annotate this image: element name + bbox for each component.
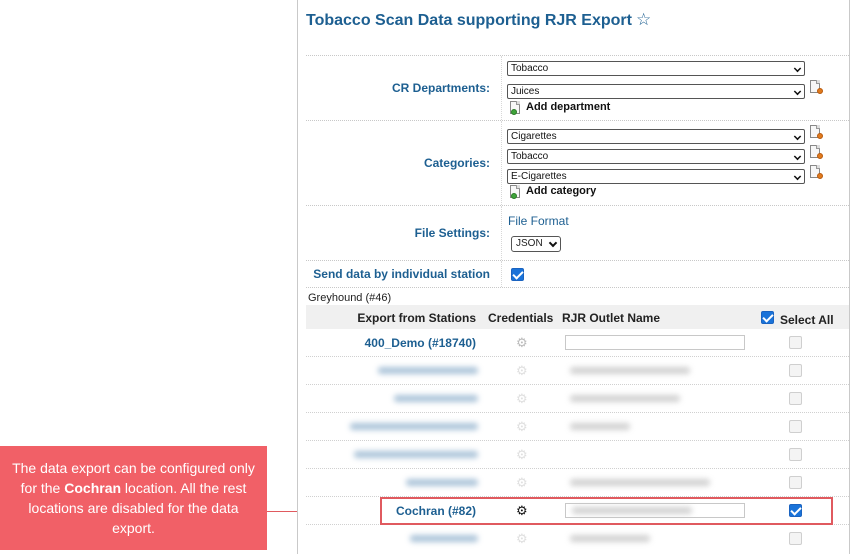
stations-table-header: Export from Stations Credentials RJR Out…: [306, 305, 849, 329]
table-row: 400_Demo (#18740) ⚙: [306, 329, 849, 357]
page-title-text: Tobacco Scan Data supporting RJR Export: [306, 12, 632, 29]
gear-icon: ⚙: [516, 531, 528, 546]
remove-category-icon[interactable]: [810, 145, 823, 159]
divider: [306, 55, 849, 56]
column-divider: [501, 121, 502, 205]
categories-label: Categories:: [423, 156, 490, 170]
divider: [306, 260, 849, 261]
chevron-down-icon: [793, 152, 802, 161]
file-format-label: File Format: [508, 214, 569, 228]
header-credentials: Credentials: [488, 311, 554, 325]
callout-note: The data export can be configured only f…: [0, 446, 267, 550]
row-checkbox: [789, 476, 802, 489]
table-row: ⚙: [306, 413, 849, 441]
settings-panel: Tobacco Scan Data supporting RJR Export ☆…: [297, 0, 850, 554]
gear-icon: ⚙: [516, 363, 528, 378]
table-row: ⚙: [306, 357, 849, 385]
remove-category-icon[interactable]: [810, 165, 823, 179]
favorite-star-icon[interactable]: ☆: [636, 10, 651, 29]
divider: [306, 287, 849, 288]
callout-connector: [267, 511, 297, 512]
chevron-down-icon: [793, 87, 802, 96]
remove-category-icon[interactable]: [810, 125, 823, 139]
add-department-link[interactable]: Add department: [526, 101, 610, 113]
select-all-checkbox[interactable]: [761, 311, 774, 324]
cochran-row-highlight: [380, 497, 833, 525]
file-format-select[interactable]: JSON: [511, 236, 561, 252]
table-row: ⚙: [306, 441, 849, 469]
department-select-tobacco[interactable]: Tobacco: [507, 61, 805, 76]
rjr-outlet-input: [565, 335, 745, 350]
group-name: Greyhound (#46): [308, 292, 392, 304]
gear-icon: ⚙: [516, 391, 528, 406]
table-row: ⚙: [306, 525, 849, 553]
category-select-tobacco[interactable]: Tobacco: [507, 149, 805, 164]
column-divider: [501, 56, 502, 120]
department-select-juices[interactable]: Juices: [507, 84, 805, 99]
remove-department-icon[interactable]: [810, 80, 823, 94]
row-checkbox: [789, 532, 802, 545]
cr-departments-label: CR Departments:: [391, 81, 490, 95]
row-checkbox: [789, 336, 802, 349]
row-checkbox: [789, 448, 802, 461]
gear-icon: ⚙: [516, 475, 528, 490]
category-select-cigarettes[interactable]: Cigarettes: [507, 129, 805, 144]
chevron-down-icon: [793, 64, 802, 73]
station-name[interactable]: 400_Demo (#18740): [365, 336, 476, 350]
gear-icon: ⚙: [516, 447, 528, 462]
column-divider: [501, 261, 502, 287]
header-export-from-stations: Export from Stations: [357, 311, 476, 325]
row-checkbox: [789, 364, 802, 377]
header-rjr-outlet-name: RJR Outlet Name: [562, 311, 661, 325]
page-title: Tobacco Scan Data supporting RJR Export ☆: [306, 10, 651, 30]
gear-icon: ⚙: [516, 419, 528, 434]
gear-icon: ⚙: [516, 335, 528, 350]
table-row: ⚙: [306, 469, 849, 497]
table-row: ⚙: [306, 385, 849, 413]
add-category-icon[interactable]: [510, 185, 522, 199]
divider: [306, 205, 849, 206]
row-checkbox: [789, 420, 802, 433]
category-select-ecigarettes[interactable]: E-Cigarettes: [507, 169, 805, 184]
chevron-down-icon: [793, 132, 802, 141]
header-select-all: Select All: [780, 313, 834, 327]
chevron-down-icon: [793, 172, 802, 181]
add-department-icon[interactable]: [510, 101, 522, 115]
divider: [306, 120, 849, 121]
column-divider: [501, 206, 502, 260]
add-category-link[interactable]: Add category: [526, 185, 596, 197]
row-checkbox: [789, 392, 802, 405]
send-by-station-checkbox[interactable]: [511, 268, 524, 281]
send-by-station-label: Send data by individual station: [313, 267, 490, 281]
file-settings-label: File Settings:: [414, 226, 490, 240]
chevron-down-icon: [548, 238, 558, 248]
